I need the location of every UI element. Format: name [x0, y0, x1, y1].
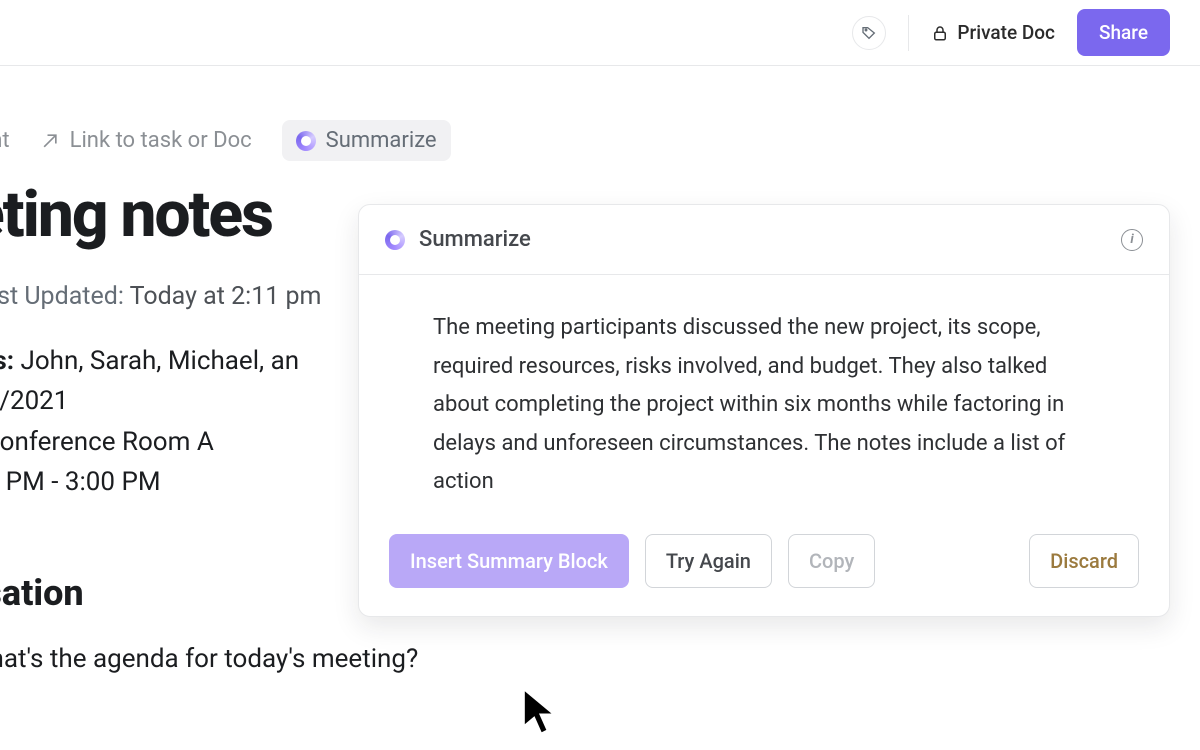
summarize-action[interactable]: Summarize — [282, 120, 451, 161]
ai-icon — [296, 131, 316, 151]
updated-label: Last Updated: — [0, 282, 124, 311]
lock-icon — [931, 24, 949, 42]
link-action[interactable]: Link to task or Doc — [40, 128, 252, 153]
share-button[interactable]: Share — [1077, 9, 1170, 56]
mouse-cursor-icon — [520, 685, 562, 741]
summary-text: The meeting participants discussed the n… — [359, 275, 1169, 512]
tag-icon-button[interactable] — [852, 16, 886, 50]
popover-actions: Insert Summary Block Try Again Copy Disc… — [359, 512, 1169, 616]
participants-value: John, Sarah, Michael, an — [14, 346, 299, 376]
popover-title: Summarize — [419, 227, 531, 252]
tag-icon — [861, 25, 877, 41]
summarize-label: Summarize — [326, 128, 437, 153]
comment-label: mment — [0, 128, 10, 153]
vertical-divider — [908, 15, 909, 51]
link-label: Link to task or Doc — [70, 128, 252, 153]
ai-icon — [385, 230, 405, 250]
comment-action[interactable]: mment — [0, 128, 10, 153]
topbar: Private Doc Share — [0, 0, 1200, 66]
updated-value: Today at 2:11 pm — [130, 282, 322, 311]
link-arrow-icon — [40, 131, 60, 151]
inline-toolbar: mment Link to task or Doc Summarize — [0, 120, 1160, 167]
try-again-button[interactable]: Try Again — [645, 534, 772, 588]
info-icon[interactable]: i — [1121, 229, 1143, 251]
privacy-label: Private Doc — [957, 21, 1055, 44]
insert-summary-button[interactable]: Insert Summary Block — [389, 534, 629, 588]
summarize-popover: Summarize i The meeting participants dis… — [358, 204, 1170, 617]
conversation-line: what's the agenda for today's meeting? — [0, 644, 1160, 674]
privacy-indicator[interactable]: Private Doc — [931, 21, 1055, 44]
participants-label: nts: — [0, 346, 14, 376]
discard-button[interactable]: Discard — [1029, 534, 1139, 588]
popover-header: Summarize i — [359, 205, 1169, 275]
copy-button[interactable]: Copy — [788, 534, 875, 588]
